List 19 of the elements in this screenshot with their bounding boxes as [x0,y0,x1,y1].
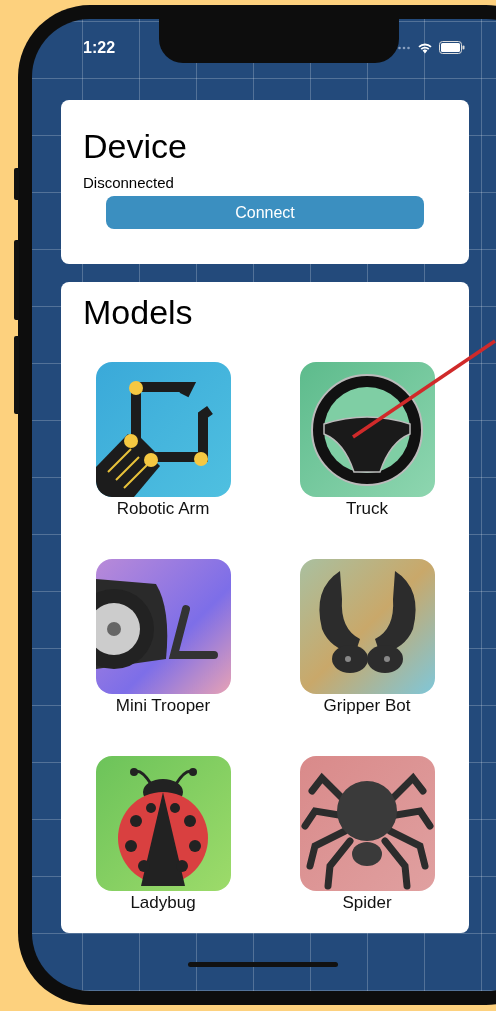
model-label: Ladybug [130,892,196,914]
ladybug-icon[interactable] [95,756,231,891]
model-label: Robotic Arm [116,498,210,520]
steering-wheel-icon[interactable] [299,362,435,497]
claw-icon[interactable] [299,559,435,694]
models-title: Models [82,292,194,332]
connect-button[interactable]: Connect [106,196,424,229]
robotic-arm-icon[interactable] [95,362,231,497]
wifi-icon [417,41,433,54]
wheel-icon[interactable] [95,559,231,694]
model-label: Mini Trooper [115,695,211,717]
battery-icon [439,41,465,54]
connection-status: Disconnected [83,174,175,191]
status-time: 1:22 [83,38,116,57]
model-label: Gripper Bot [323,695,411,717]
model-label: Spider [342,892,392,914]
spider-icon[interactable] [299,756,435,891]
device-title: Device [83,126,188,166]
model-label: Truck [346,498,388,520]
